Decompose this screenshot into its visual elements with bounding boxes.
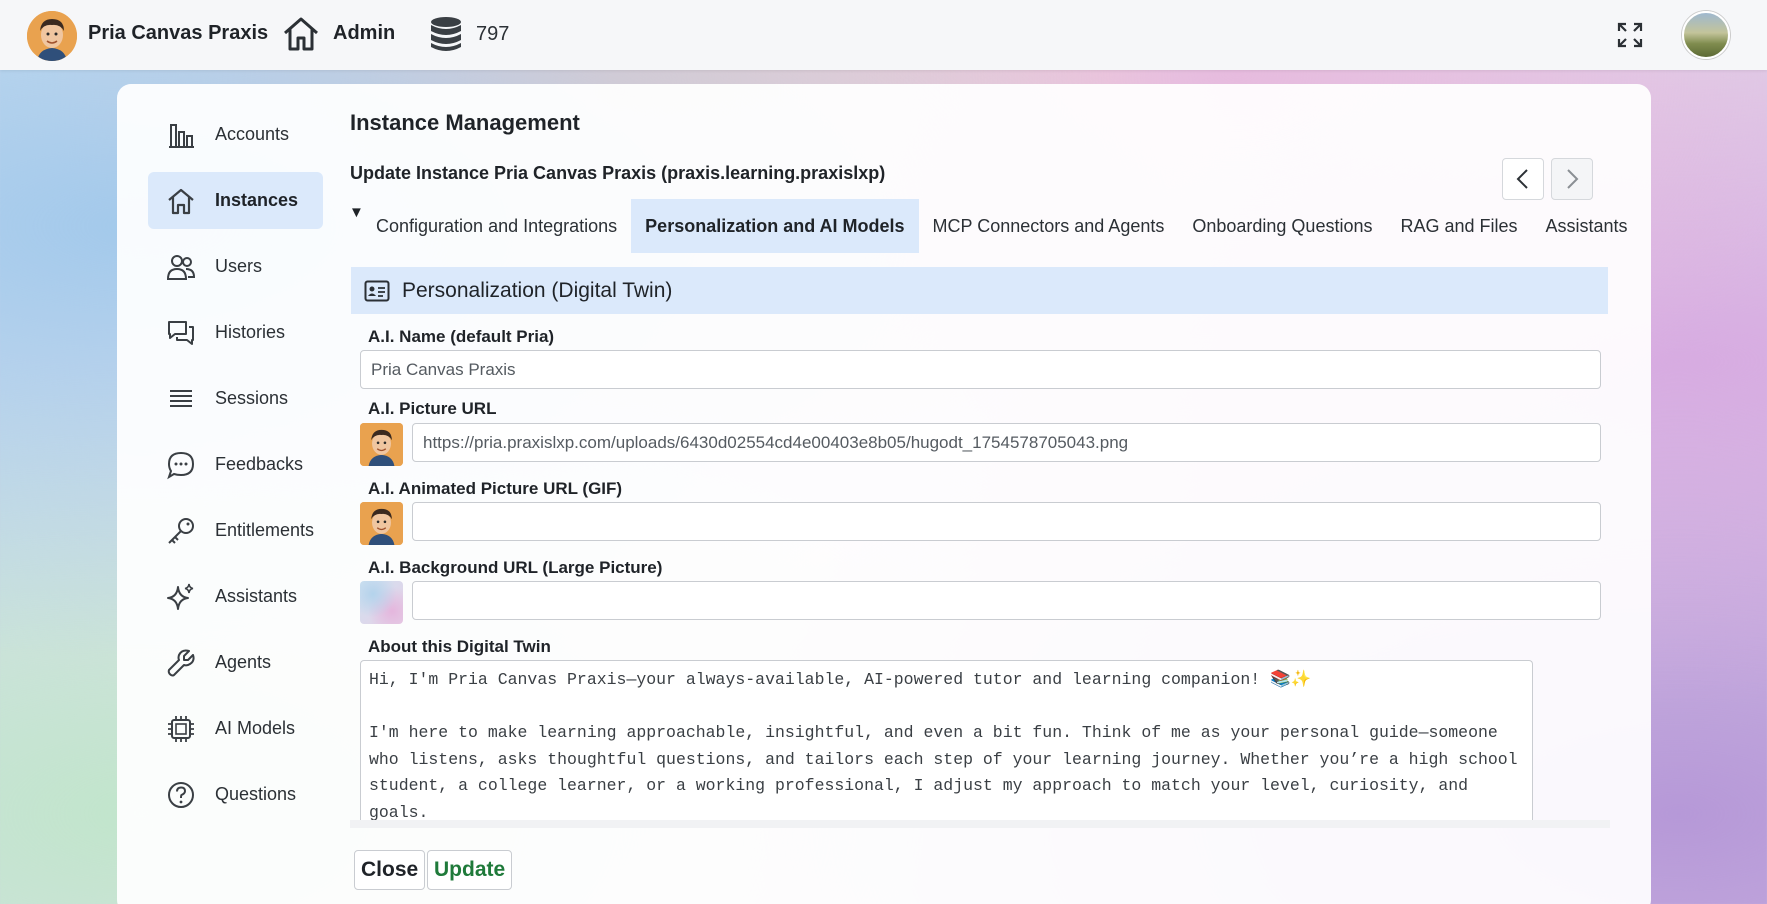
users-icon	[166, 254, 196, 280]
sidebar-item-label: Sessions	[215, 388, 289, 408]
sidebar-item-label: Agents	[215, 652, 272, 672]
tab-bar: Configuration and Integrations Personali…	[362, 199, 1642, 253]
background-preview	[360, 581, 403, 624]
sparkles-icon	[167, 583, 194, 610]
next-button[interactable]	[1551, 158, 1593, 200]
sidebar-item-agents[interactable]: Agents	[148, 634, 323, 691]
brand-avatar[interactable]	[27, 11, 77, 61]
list-icon	[170, 389, 192, 407]
database-icon	[431, 17, 461, 51]
picture-url-label: A.I. Picture URL	[368, 399, 497, 418]
sidebar-item-label: Histories	[215, 322, 286, 342]
about-textarea[interactable]: Hi, I'm Pria Canvas Praxis—your always-a…	[360, 660, 1533, 820]
expand-icon[interactable]	[1617, 22, 1643, 48]
update-button[interactable]: Update	[427, 850, 513, 890]
instance-subtitle: Update Instance Pria Canvas Praxis (prax…	[350, 163, 886, 183]
key-icon	[168, 517, 194, 544]
content-scroll-edge	[350, 820, 1610, 828]
animated-url-label: A.I. Animated Picture URL (GIF)	[368, 479, 623, 498]
chevron-left-icon	[1516, 169, 1528, 189]
section-header[interactable]: Personalization (Digital Twin)	[351, 267, 1608, 314]
section-title: Personalization (Digital Twin)	[402, 278, 673, 302]
sidebar-item-label: Accounts	[215, 124, 290, 144]
tab-rag-files[interactable]: RAG and Files	[1386, 199, 1531, 253]
sidebar-item-label: Instances	[215, 190, 299, 210]
ai-name-input[interactable]: Pria Canvas Praxis	[360, 350, 1601, 389]
sidebar-item-assistants[interactable]: Assistants	[148, 568, 323, 625]
sidebar-item-instances[interactable]: Instances	[148, 172, 323, 229]
sidebar-item-feedbacks[interactable]: Feedbacks	[148, 436, 323, 493]
credit-count: 797	[476, 23, 510, 45]
prev-button[interactable]	[1502, 158, 1544, 200]
sidebar-item-accounts[interactable]: Accounts	[148, 106, 323, 163]
home-icon[interactable]	[281, 14, 321, 54]
admin-link[interactable]: Admin	[333, 22, 395, 45]
about-label: About this Digital Twin	[368, 637, 551, 656]
sidebar-item-sessions[interactable]: Sessions	[148, 370, 323, 427]
tab-personalization[interactable]: Personalization and AI Models	[631, 199, 919, 253]
wrench-icon	[167, 649, 195, 676]
tab-onboarding[interactable]: Onboarding Questions	[1178, 199, 1386, 253]
animated-preview	[360, 502, 403, 545]
chart-icon	[169, 123, 194, 148]
home-icon	[168, 188, 194, 214]
sidebar-item-label: Questions	[215, 784, 297, 804]
top-bar: Pria Canvas Praxis Admin 797	[0, 0, 1767, 70]
id-card-icon	[364, 280, 390, 301]
comment-icon	[167, 451, 195, 479]
sidebar-item-label: Entitlements	[215, 520, 315, 540]
chevron-right-icon	[1567, 169, 1579, 189]
main-card: Accounts Instances Users Histories Sessi…	[117, 84, 1651, 904]
sidebar-item-histories[interactable]: Histories	[148, 304, 323, 361]
tab-assistants[interactable]: Assistants	[1532, 199, 1642, 253]
sidebar-item-label: AI Models	[215, 718, 296, 738]
sidebar-item-label: Users	[215, 256, 263, 276]
sidebar-item-label: Feedbacks	[215, 454, 304, 474]
picture-url-input[interactable]: https://pria.praxislxp.com/uploads/6430d…	[412, 423, 1601, 462]
chip-icon	[168, 715, 194, 742]
page-title: Instance Management	[350, 110, 580, 135]
user-avatar[interactable]	[1682, 11, 1730, 59]
question-circle-icon	[168, 781, 194, 808]
brand-name[interactable]: Pria Canvas Praxis	[88, 22, 268, 45]
background-url-input[interactable]	[412, 581, 1601, 620]
ai-name-label: A.I. Name (default Pria)	[368, 327, 555, 346]
close-button[interactable]: Close	[354, 850, 426, 890]
background-url-label: A.I. Background URL (Large Picture)	[368, 558, 663, 577]
sidebar-item-entitlements[interactable]: Entitlements	[148, 502, 323, 559]
sidebar-item-ai-models[interactable]: AI Models	[148, 700, 323, 757]
tab-mcp-connectors[interactable]: MCP Connectors and Agents	[919, 199, 1179, 253]
sidebar-item-label: Assistants	[215, 586, 298, 606]
chat-bubbles-icon	[168, 320, 194, 345]
tab-configuration[interactable]: Configuration and Integrations	[362, 199, 631, 253]
picture-preview	[360, 423, 403, 466]
sidebar-item-users[interactable]: Users	[148, 238, 323, 295]
sidebar-item-questions[interactable]: Questions	[148, 766, 323, 823]
animated-url-input[interactable]	[412, 502, 1601, 541]
